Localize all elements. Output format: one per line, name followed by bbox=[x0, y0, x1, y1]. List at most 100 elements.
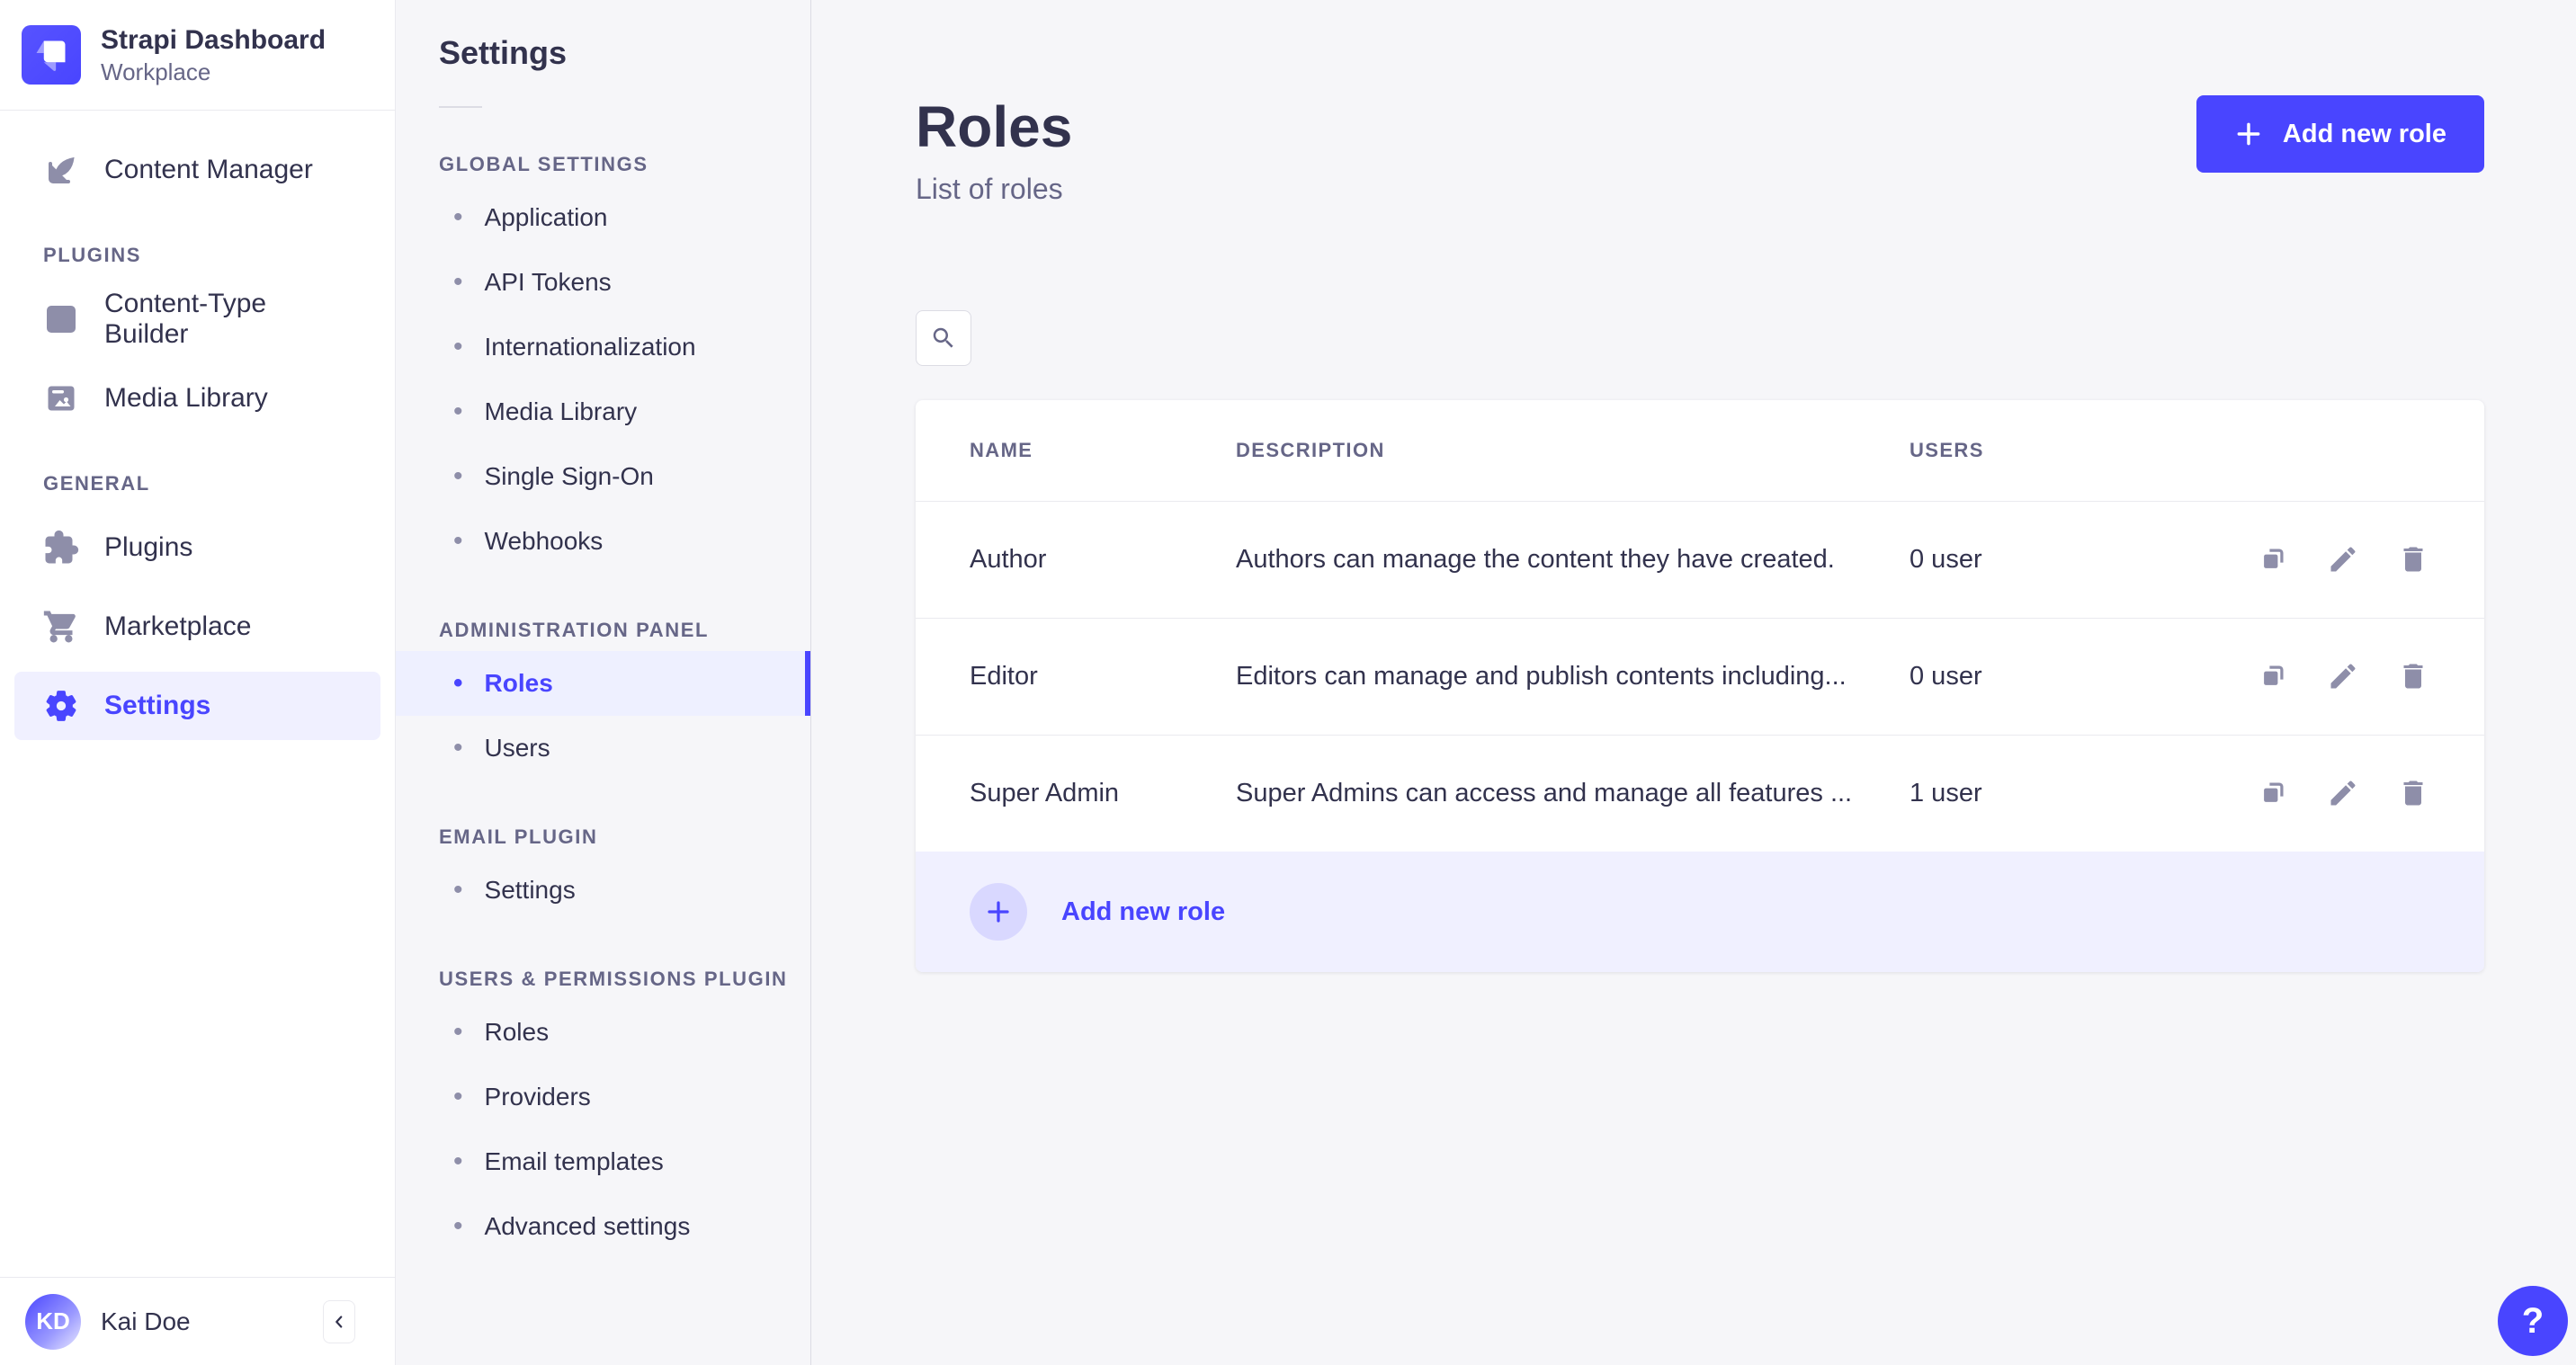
add-new-role-button[interactable]: Add new role bbox=[2196, 95, 2484, 173]
sidebar-nav: Content Manager PLUGINS Content-Type Bui… bbox=[0, 111, 395, 1277]
subnav-item-email-templates[interactable]: Email templates bbox=[396, 1129, 810, 1194]
role-name: Editor bbox=[970, 662, 1038, 691]
subnav-title: Settings bbox=[439, 34, 568, 71]
table-row-editor[interactable]: Editor Editors can manage and publish co… bbox=[916, 618, 2484, 735]
picture-icon bbox=[48, 386, 75, 411]
collapse-sidebar-button[interactable] bbox=[323, 1299, 355, 1343]
page-header: Roles List of roles Add new role bbox=[916, 0, 2484, 206]
role-name: Super Admin bbox=[970, 779, 1120, 808]
subnav-item-users[interactable]: Users bbox=[396, 716, 810, 781]
subnav-divider bbox=[439, 106, 482, 108]
subnav-item-single-sign-on[interactable]: Single Sign-On bbox=[396, 444, 810, 509]
role-users-count: 0 user bbox=[1910, 662, 1982, 691]
main-content: Roles List of roles Add new role NAME DE… bbox=[811, 0, 2576, 1365]
subnav-item-roles-admin[interactable]: Roles bbox=[396, 651, 810, 716]
subnav-item-providers[interactable]: Providers bbox=[396, 1065, 810, 1129]
page-subtitle: List of roles bbox=[916, 173, 1063, 206]
pencil-icon bbox=[2330, 781, 2356, 806]
duplicate-icon bbox=[2264, 782, 2284, 802]
subnav-item-webhooks[interactable]: Webhooks bbox=[396, 509, 810, 574]
subnav-item-internationalization[interactable]: Internationalization bbox=[396, 315, 810, 379]
subnav-item-roles-up[interactable]: Roles bbox=[396, 1000, 810, 1065]
subnav-item-label: Email templates bbox=[484, 1147, 664, 1175]
sidebar-item-marketplace[interactable]: Marketplace bbox=[14, 593, 380, 661]
subnav-group-email-plugin: EMAIL PLUGIN bbox=[439, 825, 598, 848]
subnav-item-application[interactable]: Application bbox=[396, 185, 810, 250]
column-header-users: USERS bbox=[1910, 439, 1984, 462]
subnav-item-label: Internationalization bbox=[484, 333, 696, 361]
strapi-logo-icon bbox=[22, 25, 81, 85]
table-row-super-admin[interactable]: Super Admin Super Admins can access and … bbox=[916, 735, 2484, 852]
subnav-item-api-tokens[interactable]: API Tokens bbox=[396, 250, 810, 315]
subnav-group-users-permissions-plugin: USERS & PERMISSIONS PLUGIN bbox=[439, 968, 788, 990]
subnav-group-administration-panel: ADMINISTRATION PANEL bbox=[439, 619, 710, 641]
user-avatar[interactable]: KD bbox=[25, 1293, 81, 1350]
duplicate-icon bbox=[2264, 549, 2284, 568]
role-description: Super Admins can access and manage all f… bbox=[1236, 779, 1853, 808]
sidebar-item-content-type-builder[interactable]: Content-Type Builder bbox=[14, 285, 380, 353]
app-title: Strapi Dashboard bbox=[101, 25, 326, 55]
workspace-titles: Strapi Dashboard Workplace bbox=[101, 23, 326, 86]
role-name: Author bbox=[970, 545, 1047, 575]
add-new-role-label: Add new role bbox=[2282, 119, 2446, 148]
table-row-author[interactable]: Author Authors can manage the content th… bbox=[916, 501, 2484, 618]
sidebar-item-plugins[interactable]: Plugins bbox=[14, 513, 380, 582]
feather-pen-icon bbox=[49, 156, 75, 183]
sidebar-section-general: GENERAL bbox=[43, 472, 150, 495]
role-users-count: 0 user bbox=[1910, 545, 1982, 575]
duplicate-role-button[interactable] bbox=[2256, 660, 2290, 694]
trash-icon bbox=[2403, 664, 2423, 689]
sidebar-item-label: Content Manager bbox=[104, 155, 313, 184]
sidebar-item-content-manager[interactable]: Content Manager bbox=[14, 136, 380, 204]
subnav-item-email-settings[interactable]: Settings bbox=[396, 858, 810, 923]
sidebar-footer: KD Kai Doe bbox=[0, 1277, 395, 1365]
subnav-item-label: API Tokens bbox=[484, 268, 612, 296]
subnav-item-label: Roles bbox=[484, 1018, 550, 1046]
subnav-item-label: Advanced settings bbox=[484, 1212, 691, 1240]
subnav-item-label: Settings bbox=[484, 876, 576, 904]
duplicate-icon bbox=[2264, 665, 2284, 685]
subnav-item-advanced-settings[interactable]: Advanced settings bbox=[396, 1194, 810, 1259]
search-button[interactable] bbox=[916, 310, 971, 367]
user-name: Kai Doe bbox=[101, 1307, 191, 1335]
role-users-count: 1 user bbox=[1910, 779, 1982, 808]
delete-role-button[interactable] bbox=[2396, 543, 2430, 577]
plus-icon bbox=[2237, 122, 2260, 146]
row-actions bbox=[2178, 543, 2430, 577]
main-sidebar: Strapi Dashboard Workplace Content Manag… bbox=[0, 0, 396, 1365]
delete-role-button[interactable] bbox=[2396, 777, 2430, 811]
edit-role-button[interactable] bbox=[2326, 777, 2360, 811]
duplicate-role-button[interactable] bbox=[2256, 543, 2290, 577]
sidebar-item-label: Plugins bbox=[104, 532, 193, 562]
row-actions bbox=[2178, 777, 2430, 811]
role-description: Editors can manage and publish contents … bbox=[1236, 662, 1847, 691]
role-description: Authors can manage the content they have… bbox=[1236, 545, 1835, 575]
trash-icon bbox=[2403, 547, 2423, 572]
add-new-role-footer[interactable]: Add new role bbox=[916, 852, 2484, 973]
sidebar-item-settings[interactable]: Settings bbox=[14, 672, 380, 740]
workspace-header[interactable]: Strapi Dashboard Workplace bbox=[0, 0, 395, 111]
pencil-icon bbox=[2330, 664, 2356, 689]
roles-table: NAME DESCRIPTION USERS Author Authors ca… bbox=[916, 400, 2484, 973]
subnav-item-label: Application bbox=[484, 203, 608, 231]
chevron-left-icon bbox=[335, 1315, 343, 1328]
subnav-item-label: Webhooks bbox=[484, 527, 604, 555]
subnav-item-media-library[interactable]: Media Library bbox=[396, 379, 810, 444]
sidebar-item-label: Settings bbox=[104, 691, 211, 720]
edit-role-button[interactable] bbox=[2326, 660, 2360, 694]
sidebar-section-plugins: PLUGINS bbox=[43, 244, 141, 266]
sidebar-item-label: Content-Type Builder bbox=[104, 289, 267, 349]
subnav-item-label: Users bbox=[484, 734, 550, 762]
delete-role-button[interactable] bbox=[2396, 660, 2430, 694]
duplicate-role-button[interactable] bbox=[2256, 777, 2290, 811]
edit-role-button[interactable] bbox=[2326, 543, 2360, 577]
table-toolbar bbox=[916, 310, 2484, 367]
sidebar-item-label: Media Library bbox=[104, 383, 268, 413]
gear-icon bbox=[46, 691, 76, 721]
help-button[interactable]: ? bbox=[2498, 1286, 2568, 1356]
page-titles: Roles List of roles bbox=[916, 95, 1072, 206]
subnav-item-label: Single Sign-On bbox=[484, 462, 654, 490]
search-icon bbox=[933, 328, 953, 349]
subnav-item-label: Providers bbox=[484, 1083, 591, 1111]
sidebar-item-media-library[interactable]: Media Library bbox=[14, 364, 380, 433]
